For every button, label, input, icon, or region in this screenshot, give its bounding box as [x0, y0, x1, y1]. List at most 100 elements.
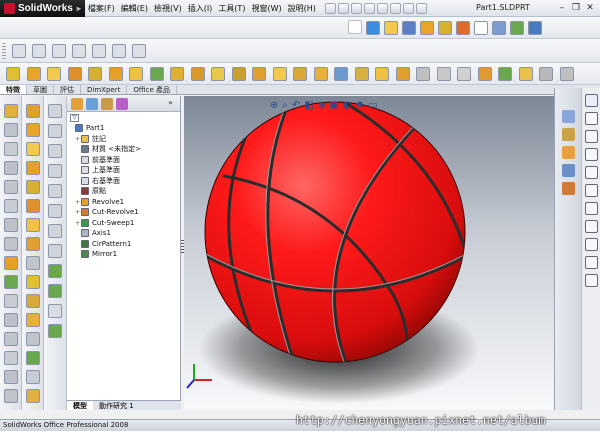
feature-tool-icon[interactable]: [108, 67, 123, 81]
tool-icon[interactable]: [48, 244, 62, 258]
menu-edit[interactable]: 編輯(E): [118, 3, 151, 14]
tool-icon[interactable]: [48, 184, 62, 198]
tool-icon[interactable]: [26, 294, 40, 308]
tool-icon[interactable]: [48, 304, 62, 318]
tool-icon[interactable]: [26, 180, 40, 194]
tool-icon[interactable]: [26, 123, 40, 137]
tree-item[interactable]: + 註記: [67, 134, 180, 145]
tree-item[interactable]: 前基準面: [67, 155, 180, 166]
table-icon[interactable]: [510, 21, 524, 35]
print-icon[interactable]: [363, 2, 375, 14]
feature-tool-icon[interactable]: [149, 67, 164, 81]
sketch-tool-4-icon[interactable]: [72, 44, 86, 58]
task-pane-tool-icon[interactable]: [585, 94, 598, 107]
feature-tool-icon[interactable]: [375, 67, 389, 81]
tree-item[interactable]: 上基準面: [67, 165, 180, 176]
tool-icon[interactable]: [4, 370, 18, 384]
tree-item[interactable]: + Cut-Revolve1: [67, 207, 180, 218]
tab-features[interactable]: 特徵: [0, 85, 27, 94]
feature-tool-icon[interactable]: [313, 67, 328, 81]
zoom-area-icon[interactable]: ⌕: [282, 100, 288, 111]
tool-icon[interactable]: [26, 332, 40, 346]
scene-icon[interactable]: ▭: [368, 100, 377, 111]
sketch-tool-6-icon[interactable]: [112, 44, 126, 58]
tool-icon[interactable]: [4, 218, 18, 232]
property-manager-tab-icon[interactable]: [86, 97, 98, 110]
mass-properties-icon[interactable]: [420, 21, 434, 35]
appearances-icon[interactable]: [562, 182, 575, 195]
dimxpert-tab-icon[interactable]: [116, 97, 128, 110]
task-pane-tool-icon[interactable]: [585, 184, 598, 197]
feature-tool-icon[interactable]: [272, 67, 287, 81]
rebuild-icon[interactable]: [402, 2, 414, 14]
section-icon[interactable]: [438, 21, 452, 35]
resources-icon[interactable]: [562, 110, 575, 123]
hide-show-icon[interactable]: ◐: [343, 100, 352, 111]
menu-window[interactable]: 視窗(W): [248, 3, 284, 14]
tool-icon[interactable]: [4, 332, 18, 346]
check-icon[interactable]: [366, 21, 380, 35]
statistics-icon[interactable]: [492, 21, 506, 35]
menu-tools[interactable]: 工具(T): [215, 3, 248, 14]
feature-tool-icon[interactable]: [559, 67, 574, 81]
spellcheck-icon[interactable]: [348, 20, 362, 34]
feature-tool-icon[interactable]: [26, 67, 41, 81]
dimension-icon[interactable]: [402, 21, 416, 35]
export-icon[interactable]: [528, 21, 542, 35]
task-pane-tool-icon[interactable]: [585, 166, 598, 179]
task-pane-tool-icon[interactable]: [585, 256, 598, 269]
tool-icon[interactable]: [4, 104, 18, 118]
measure-icon[interactable]: [384, 21, 398, 35]
feature-tool-icon[interactable]: [498, 67, 512, 81]
tool-icon[interactable]: [48, 104, 62, 118]
feature-tool-icon[interactable]: [436, 67, 451, 81]
view-palette-icon[interactable]: [562, 164, 575, 177]
tool-icon[interactable]: [4, 351, 18, 365]
tab-model[interactable]: 模型: [67, 401, 93, 410]
feature-tool-icon[interactable]: [354, 67, 369, 81]
sketch-tool-5-icon[interactable]: [92, 44, 106, 58]
undo-icon[interactable]: [376, 2, 388, 14]
feature-tool-icon[interactable]: [88, 67, 102, 81]
tool-icon[interactable]: [26, 142, 40, 156]
menu-view[interactable]: 檢視(V): [151, 3, 185, 14]
tool-icon[interactable]: [4, 142, 18, 156]
feature-tool-icon[interactable]: [416, 67, 430, 81]
tree-item[interactable]: 原點: [67, 186, 180, 197]
feature-tool-icon[interactable]: [395, 67, 410, 81]
file-explorer-icon[interactable]: [562, 146, 575, 159]
restore-icon[interactable]: ❐: [570, 2, 582, 14]
tree-item[interactable]: Axis1: [67, 228, 180, 239]
tool-icon[interactable]: [26, 313, 40, 327]
feature-tool-icon[interactable]: [334, 67, 348, 81]
tool-icon[interactable]: [26, 104, 40, 118]
tool-icon[interactable]: [4, 123, 18, 137]
feature-tool-icon[interactable]: [47, 67, 61, 81]
tool-icon[interactable]: [26, 351, 40, 365]
feature-tree-tab-icon[interactable]: [71, 97, 83, 110]
task-pane-tool-icon[interactable]: [585, 130, 598, 143]
tab-dimxpert[interactable]: DimXpert: [81, 85, 128, 94]
tool-icon[interactable]: [26, 199, 40, 213]
tool-icon[interactable]: [4, 313, 18, 327]
tool-icon[interactable]: [4, 237, 18, 251]
feature-tool-icon[interactable]: [252, 67, 266, 81]
tree-item[interactable]: 右基準面: [67, 176, 180, 187]
tab-sketch[interactable]: 草圖: [27, 85, 54, 94]
save-icon[interactable]: [350, 2, 362, 14]
sketch-tool-7-icon[interactable]: [132, 44, 146, 58]
open-icon[interactable]: [337, 2, 349, 14]
section-view-icon[interactable]: ◧: [304, 100, 313, 111]
tree-item[interactable]: 材質 <未指定>: [67, 144, 180, 155]
task-pane-tool-icon[interactable]: [585, 220, 598, 233]
tool-icon[interactable]: [48, 324, 62, 338]
tree-item[interactable]: Part1: [67, 123, 180, 134]
feature-tool-icon[interactable]: [211, 67, 225, 81]
task-pane-tool-icon[interactable]: [585, 274, 598, 287]
menu-help[interactable]: 說明(H): [285, 3, 319, 14]
task-pane-tool-icon[interactable]: [585, 148, 598, 161]
view-orientation-icon[interactable]: ◈: [318, 100, 326, 111]
feature-tool-icon[interactable]: [539, 67, 553, 81]
design-library-icon[interactable]: [562, 128, 575, 141]
tool-icon[interactable]: [4, 294, 18, 308]
